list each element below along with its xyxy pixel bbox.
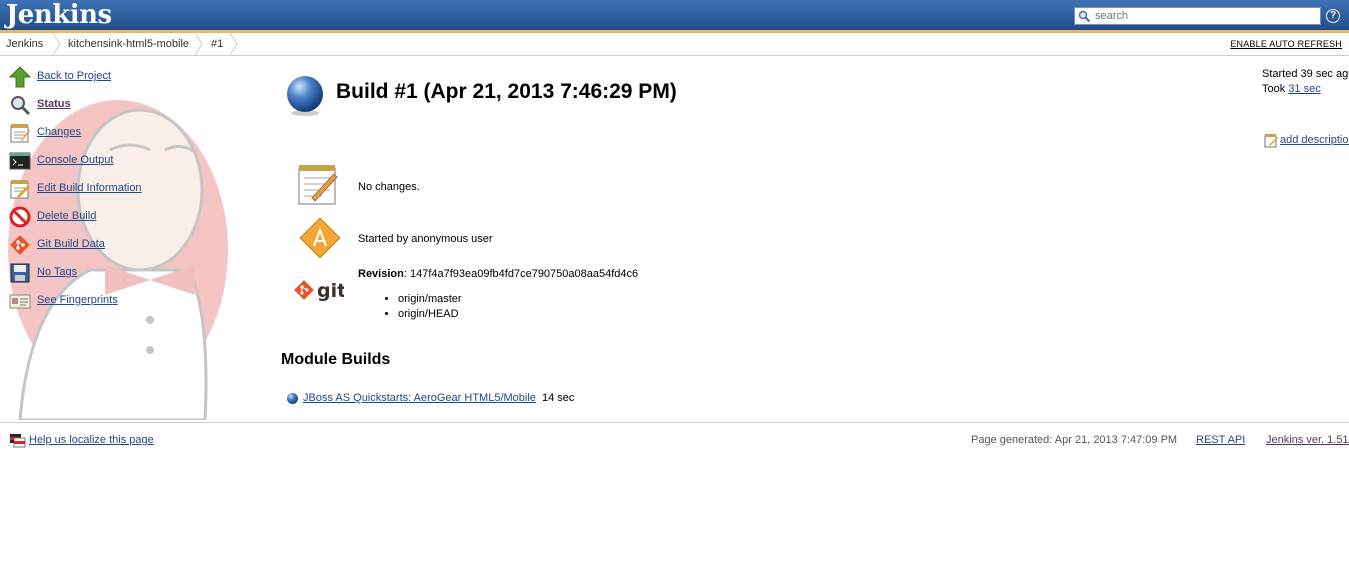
build-title: Build #1 (Apr 21, 2013 7:46:29 PM): [336, 80, 677, 103]
changes-link[interactable]: Changes: [37, 126, 81, 138]
module-build-link[interactable]: JBoss AS Quickstarts: AeroGear HTML5/Mob…: [303, 392, 536, 404]
jenkins-version-link[interactable]: Jenkins ver. 1.511: [1266, 434, 1349, 446]
no-tags-link[interactable]: No Tags: [37, 266, 77, 278]
build-status-blue-ball-icon: [287, 76, 323, 116]
notepad-icon: [10, 124, 30, 143]
build-cause-icon: [299, 217, 341, 259]
fingerprint-icon: [9, 294, 31, 309]
git-icon: [10, 235, 30, 255]
no-changes-text: No changes.: [358, 181, 420, 193]
revision-label: Revision: [358, 268, 404, 280]
save-icon: [10, 263, 30, 283]
breadcrumb-build[interactable]: #1: [211, 33, 223, 55]
breadcrumb-separator-icon: [229, 33, 238, 55]
language-flags-icon: [10, 434, 26, 448]
build-duration-link[interactable]: 31 sec: [1288, 83, 1320, 95]
jenkins-butler-watermark: [8, 100, 228, 420]
git-build-data-link[interactable]: Git Build Data: [37, 238, 105, 250]
console-output-link[interactable]: Console Output: [37, 154, 113, 166]
list-item: origin/master: [398, 292, 462, 307]
back-to-project-link[interactable]: Back to Project: [37, 70, 111, 82]
build-took: Took 31 sec: [1262, 83, 1321, 95]
magnifier-icon: [11, 96, 31, 116]
up-arrow-icon: [9, 66, 31, 88]
breadcrumb-project[interactable]: kitchensink-html5-mobile: [68, 33, 189, 55]
build-status-blue-ball-icon: [287, 393, 298, 404]
revision-line: Revision: 147f4a7f93ea09fb4fd7ce790750a0…: [358, 268, 638, 280]
revision-hash: : 147f4a7f93ea09fb4fd7ce790750a08aa54fd4…: [403, 268, 639, 280]
took-label: Took: [1262, 83, 1286, 95]
rest-api-link[interactable]: REST API: [1196, 434, 1245, 446]
search-input[interactable]: [1095, 9, 1315, 23]
notepad-edit-icon: [1264, 134, 1278, 148]
add-description-link[interactable]: add description: [1280, 134, 1349, 146]
page-generated-text: Page generated: Apr 21, 2013 7:47:09 PM: [971, 434, 1178, 446]
top-header: Jenkins ?: [0, 0, 1349, 30]
localize-link-container[interactable]: Help us localize this page: [10, 434, 154, 451]
notepad-icon: [298, 165, 338, 205]
breadcrumb-separator-icon: [52, 33, 61, 55]
notepad-edit-icon: [10, 180, 30, 199]
breadcrumb: Jenkins kitchensink-html5-mobile #1 ENAB…: [0, 33, 1349, 56]
build-started-time: Started 39 sec ago: [1262, 68, 1349, 80]
jenkins-logo[interactable]: Jenkins: [6, 0, 112, 30]
enable-auto-refresh-link[interactable]: ENABLE AUTO REFRESH: [1230, 39, 1342, 49]
delete-build-link[interactable]: Delete Build: [37, 210, 96, 222]
git-logo-icon: git: [294, 280, 344, 302]
module-build-duration: 14 sec: [542, 392, 575, 404]
footer: Help us localize this page Page generate…: [0, 422, 1349, 453]
started-by-text: Started by anonymous user: [358, 233, 493, 245]
no-entry-icon: [9, 206, 31, 228]
search-box[interactable]: [1074, 7, 1321, 25]
search-icon: [1078, 10, 1091, 23]
see-fingerprints-link[interactable]: See Fingerprints: [37, 294, 118, 306]
terminal-icon: [9, 152, 31, 170]
branch-list: origin/master origin/HEAD: [380, 292, 462, 322]
help-icon[interactable]: ?: [1326, 9, 1340, 23]
help-glyph: ?: [1327, 10, 1339, 22]
module-builds-heading: Module Builds: [281, 351, 391, 368]
breadcrumb-separator-icon: [194, 33, 203, 55]
help-localize-link[interactable]: Help us localize this page: [29, 434, 154, 446]
edit-build-information-link[interactable]: Edit Build Information: [37, 182, 142, 194]
breadcrumb-jenkins[interactable]: Jenkins: [6, 33, 43, 55]
git-logo-text: git: [317, 280, 344, 302]
list-item: origin/HEAD: [398, 307, 462, 322]
add-description[interactable]: add description: [1264, 133, 1349, 151]
status-link[interactable]: Status: [37, 98, 71, 110]
